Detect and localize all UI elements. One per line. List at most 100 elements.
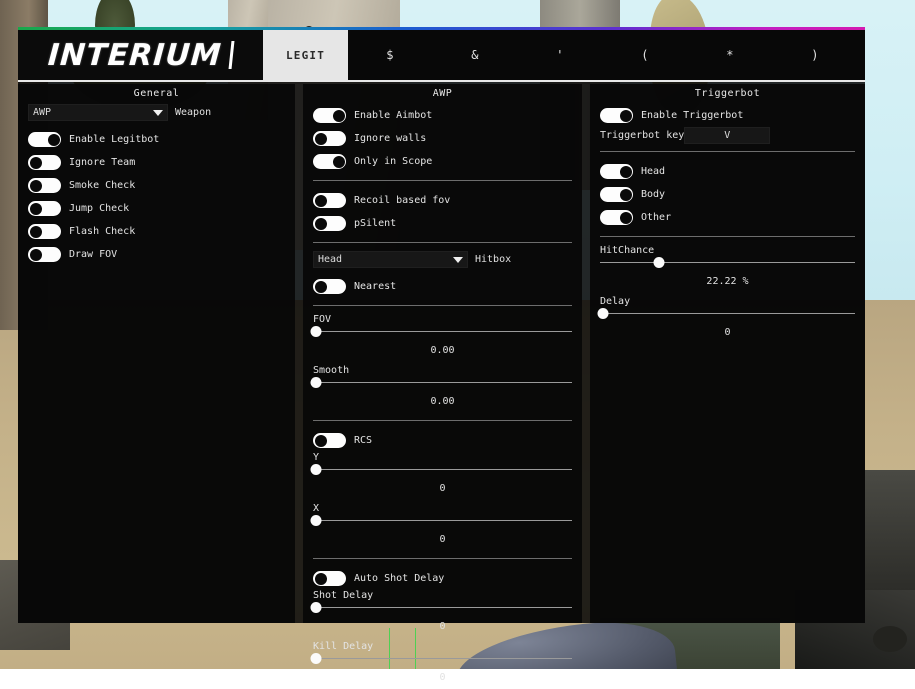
slider-value: 0 <box>313 475 572 500</box>
panel-aimbot: AWP Enable Aimbot Ignore walls Only in S… <box>303 84 582 623</box>
toggle-label: Jump Check <box>69 203 129 214</box>
toggle-switch[interactable] <box>28 178 61 193</box>
slider-track[interactable] <box>313 515 572 526</box>
triggerbot-key-row: Triggerbot key V <box>600 127 855 144</box>
section-divider <box>313 180 572 181</box>
toggle-label: Ignore walls <box>354 133 426 144</box>
toggle-recoil-based-fov[interactable]: Recoil based fov <box>313 189 572 212</box>
tab-bar: LEGIT $ & ' ( * ) <box>263 30 865 80</box>
slider-label: Kill Delay <box>313 641 572 652</box>
window-header: INTERIUM LEGIT $ & ' ( * ) <box>18 30 865 82</box>
slider-value: 0.00 <box>313 388 572 413</box>
tab-7[interactable]: ) <box>773 30 858 80</box>
toggle-head[interactable]: Head <box>600 160 855 183</box>
app-logo-bar <box>228 41 234 69</box>
slider-track[interactable] <box>313 653 572 664</box>
tab-6[interactable]: * <box>688 30 773 80</box>
weapon-dropdown[interactable]: AWP <box>28 104 168 121</box>
toggle-switch[interactable] <box>28 201 61 216</box>
toggle-ignore-walls[interactable]: Ignore walls <box>313 127 572 150</box>
slider-label: Y <box>313 452 572 463</box>
toggle-label: Enable Aimbot <box>354 110 432 121</box>
slider-thumb[interactable] <box>310 326 321 337</box>
toggle-jump-check[interactable]: Jump Check <box>28 197 285 220</box>
tab-2[interactable]: $ <box>348 30 433 80</box>
toggle-smoke-check[interactable]: Smoke Check <box>28 174 285 197</box>
toggle-label: Draw FOV <box>69 249 117 260</box>
toggle-switch[interactable] <box>313 108 346 123</box>
slider-shot-delay: Shot Delay 0 <box>313 590 572 638</box>
toggle-switch[interactable] <box>600 108 633 123</box>
triggerbot-key-input[interactable]: V <box>684 127 770 144</box>
toggle-switch[interactable] <box>28 155 61 170</box>
toggle-switch[interactable] <box>313 131 346 146</box>
toggle-flash-check[interactable]: Flash Check <box>28 220 285 243</box>
toggle-nearest[interactable]: Nearest <box>313 275 572 298</box>
toggle-psilent[interactable]: pSilent <box>313 212 572 235</box>
tab-3[interactable]: & <box>433 30 518 80</box>
toggle-switch[interactable] <box>28 247 61 262</box>
slider-rcs-y: Y 0 <box>313 452 572 500</box>
slider-value: 22.22 % <box>600 268 855 293</box>
app-logo-text: INTERIUM <box>47 38 223 73</box>
toggle-switch[interactable] <box>313 216 346 231</box>
slider-thumb[interactable] <box>310 653 321 664</box>
slider-track[interactable] <box>313 377 572 388</box>
panel-divider <box>582 84 590 623</box>
slider-value: 0 <box>313 664 572 689</box>
slider-thumb[interactable] <box>310 377 321 388</box>
slider-track[interactable] <box>313 602 572 613</box>
toggle-label: Flash Check <box>69 226 135 237</box>
slider-track[interactable] <box>313 464 572 475</box>
slider-track[interactable] <box>313 326 572 337</box>
slider-thumb[interactable] <box>310 464 321 475</box>
toggle-switch[interactable] <box>313 433 346 448</box>
slider-label: Delay <box>600 296 855 307</box>
toggle-body[interactable]: Body <box>600 183 855 206</box>
crate <box>860 470 915 590</box>
tab-legit[interactable]: LEGIT <box>263 30 348 80</box>
toggle-switch[interactable] <box>313 193 346 208</box>
slider-thumb[interactable] <box>310 515 321 526</box>
app-logo: INTERIUM <box>18 30 263 80</box>
panel-general: General AWP Weapon Enable Legitbot Ignor… <box>18 84 295 623</box>
slider-kill-delay: Kill Delay 0 <box>313 641 572 689</box>
slider-label: HitChance <box>600 245 855 256</box>
toggle-switch[interactable] <box>313 571 346 586</box>
toggle-switch[interactable] <box>600 210 633 225</box>
toggle-label: Body <box>641 189 665 200</box>
toggle-rcs[interactable]: RCS <box>313 429 572 452</box>
slider-label: X <box>313 503 572 514</box>
toggle-switch[interactable] <box>313 154 346 169</box>
toggle-enable-triggerbot[interactable]: Enable Triggerbot <box>600 104 855 127</box>
toggle-only-in-scope[interactable]: Only in Scope <box>313 150 572 173</box>
slider-track[interactable] <box>600 257 855 268</box>
toggle-switch[interactable] <box>600 164 633 179</box>
section-divider <box>313 242 572 243</box>
tab-4[interactable]: ' <box>518 30 603 80</box>
toggle-switch[interactable] <box>28 224 61 239</box>
section-divider <box>600 236 855 237</box>
toggle-label: Nearest <box>354 281 396 292</box>
toggle-switch[interactable] <box>313 279 346 294</box>
slider-track[interactable] <box>600 308 855 319</box>
toggle-switch[interactable] <box>28 132 61 147</box>
toggle-auto-shot-delay[interactable]: Auto Shot Delay <box>313 567 572 590</box>
slider-delay: Delay 0 <box>600 296 855 344</box>
slider-thumb[interactable] <box>597 308 608 319</box>
toggle-switch[interactable] <box>600 187 633 202</box>
weapon-dropdown-value: AWP <box>33 107 51 118</box>
slider-thumb[interactable] <box>653 257 664 268</box>
toggle-other[interactable]: Other <box>600 206 855 229</box>
hitbox-dropdown-value: Head <box>318 254 342 265</box>
toggle-ignore-team[interactable]: Ignore Team <box>28 151 285 174</box>
window-body: General AWP Weapon Enable Legitbot Ignor… <box>18 84 865 623</box>
tab-5[interactable]: ( <box>603 30 688 80</box>
toggle-draw-fov[interactable]: Draw FOV <box>28 243 285 266</box>
hitbox-dropdown[interactable]: Head <box>313 251 468 268</box>
slider-thumb[interactable] <box>310 602 321 613</box>
viewmodel-weapon-part <box>873 626 907 652</box>
toggle-enable-aimbot[interactable]: Enable Aimbot <box>313 104 572 127</box>
toggle-enable-legitbot[interactable]: Enable Legitbot <box>28 128 285 151</box>
toggle-label: Only in Scope <box>354 156 432 167</box>
